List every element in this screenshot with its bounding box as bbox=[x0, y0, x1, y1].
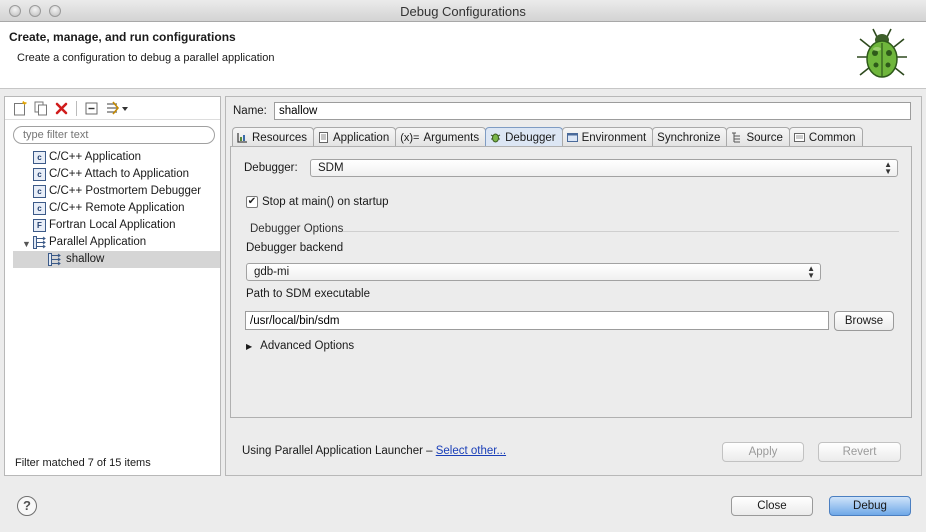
tree-item-label: C/C++ Attach to Application bbox=[49, 168, 190, 180]
tab-label: Resources bbox=[252, 131, 307, 144]
tab-label: Source bbox=[746, 131, 783, 144]
select-other-link[interactable]: Select other... bbox=[436, 445, 506, 457]
new-configuration-button[interactable] bbox=[11, 100, 28, 117]
configurations-toolbar bbox=[5, 97, 220, 120]
new-config-icon bbox=[13, 100, 26, 115]
title-bar: Debug Configurations bbox=[0, 0, 926, 22]
disclosure-triangle-icon: ▶ bbox=[246, 342, 253, 351]
filter-input[interactable] bbox=[13, 126, 215, 144]
dialog-header: Create, manage, and run configurations C… bbox=[0, 22, 926, 89]
debugger-icon bbox=[490, 133, 501, 143]
sdm-path-field[interactable] bbox=[245, 311, 829, 330]
tab-label: Environment bbox=[581, 131, 647, 144]
tab-synchronize[interactable]: Synchronize bbox=[652, 127, 728, 147]
environment-icon bbox=[566, 133, 578, 142]
c-app-icon: c bbox=[33, 185, 46, 198]
application-icon bbox=[318, 132, 328, 143]
c-app-icon: c bbox=[33, 151, 46, 164]
filter-menu-icon bbox=[107, 101, 128, 115]
debugger-options-group-label: Debugger Options bbox=[250, 223, 344, 235]
revert-button[interactable]: Revert bbox=[818, 442, 901, 462]
launcher-text: Using Parallel Application Launcher – bbox=[242, 445, 433, 457]
tab-debugger[interactable]: Debugger bbox=[485, 127, 563, 147]
duplicate-button[interactable] bbox=[32, 100, 49, 117]
collapse-all-button[interactable] bbox=[83, 100, 100, 117]
debugger-select-value: SDM bbox=[318, 162, 344, 174]
tree-item-label: Parallel Application bbox=[49, 236, 147, 248]
backend-label: Debugger backend bbox=[246, 242, 344, 254]
tab-resources[interactable]: Resources bbox=[232, 127, 314, 147]
tree-item-c-postmortem[interactable]: c C/C++ Postmortem Debugger bbox=[5, 183, 220, 200]
select-arrows-icon: ▲ ▼ bbox=[884, 160, 892, 176]
tab-label: Debugger bbox=[505, 131, 556, 144]
c-app-icon: c bbox=[33, 168, 46, 181]
c-app-icon: c bbox=[33, 202, 46, 215]
debug-button[interactable]: Debug bbox=[829, 496, 911, 516]
stop-at-main-label: Stop at main() on startup bbox=[262, 196, 389, 208]
window-title: Debug Configurations bbox=[400, 4, 526, 19]
filter-status: Filter matched 7 of 15 items bbox=[15, 457, 151, 469]
delete-icon bbox=[55, 102, 68, 114]
backend-select-value: gdb-mi bbox=[254, 266, 290, 278]
common-icon bbox=[793, 133, 805, 142]
tab-arguments[interactable]: (x)= Arguments bbox=[395, 127, 487, 147]
tree-item-label: C/C++ Postmortem Debugger bbox=[49, 185, 202, 197]
bug-icon bbox=[857, 28, 907, 78]
toolbar-separator bbox=[76, 100, 77, 116]
tab-label: Arguments bbox=[423, 131, 480, 144]
configurations-panel: c C/C++ Application c C/C++ Attach to Ap… bbox=[4, 96, 221, 476]
tree-item-c-remote[interactable]: c C/C++ Remote Application bbox=[5, 200, 220, 217]
tree-item-label: shallow bbox=[66, 253, 105, 265]
select-arrows-icon: ▲ ▼ bbox=[807, 264, 815, 280]
debugger-select[interactable]: SDM ▲ ▼ bbox=[310, 159, 898, 177]
tree-item-label: C/C++ Remote Application bbox=[49, 202, 185, 214]
name-label: Name: bbox=[233, 105, 267, 117]
filter-button[interactable] bbox=[104, 100, 130, 117]
delete-button[interactable] bbox=[53, 100, 70, 117]
arguments-icon: (x)= bbox=[400, 131, 420, 144]
tab-label: Synchronize bbox=[657, 131, 721, 144]
collapse-all-icon bbox=[85, 102, 98, 114]
debugger-tab-body: Debugger: SDM ▲ ▼ ✔ Stop at main() on sta… bbox=[230, 146, 912, 418]
browse-button[interactable]: Browse bbox=[834, 311, 894, 331]
name-field[interactable] bbox=[274, 102, 911, 120]
resources-icon bbox=[237, 133, 247, 143]
close-button[interactable]: Close bbox=[731, 496, 813, 516]
tab-application[interactable]: Application bbox=[312, 127, 397, 147]
duplicate-icon bbox=[34, 101, 47, 115]
advanced-options-toggle[interactable]: ▶ Advanced Options bbox=[246, 340, 354, 352]
source-icon bbox=[732, 132, 741, 143]
config-tabs: Resources Application (x)= Arguments Deb… bbox=[232, 127, 912, 147]
configuration-editor: Name: Resources Application (x)= Argumen… bbox=[225, 96, 922, 476]
parallel-app-icon bbox=[48, 253, 61, 266]
help-button[interactable]: ? bbox=[17, 496, 37, 516]
launcher-info: Using Parallel Application Launcher – Se… bbox=[242, 445, 506, 457]
tree-item-c-application[interactable]: c C/C++ Application bbox=[5, 149, 220, 166]
stop-at-main-checkbox[interactable]: ✔ bbox=[246, 196, 258, 208]
parallel-app-icon bbox=[33, 236, 46, 249]
tab-environment[interactable]: Environment bbox=[561, 127, 654, 147]
dialog-subtitle: Create a configuration to debug a parall… bbox=[17, 52, 275, 64]
dialog-title: Create, manage, and run configurations bbox=[9, 30, 236, 44]
fortran-app-icon: F bbox=[33, 219, 46, 232]
advanced-options-label: Advanced Options bbox=[260, 340, 355, 352]
tab-label: Common bbox=[808, 131, 856, 144]
backend-select[interactable]: gdb-mi ▲ ▼ bbox=[246, 263, 821, 281]
configuration-tree: c C/C++ Application c C/C++ Attach to Ap… bbox=[5, 149, 220, 268]
apply-button[interactable]: Apply bbox=[722, 442, 804, 462]
debugger-label: Debugger: bbox=[244, 162, 298, 174]
sdm-path-label: Path to SDM executable bbox=[246, 288, 371, 300]
tree-item-parallel-application[interactable]: ▼ Parallel Application bbox=[5, 234, 220, 251]
tab-common[interactable]: Common bbox=[788, 127, 863, 147]
tree-item-shallow[interactable]: shallow bbox=[13, 251, 220, 268]
tree-item-label: C/C++ Application bbox=[49, 151, 142, 163]
tree-item-label: Fortran Local Application bbox=[49, 219, 176, 231]
tab-label: Application bbox=[332, 131, 390, 144]
tree-item-c-attach[interactable]: c C/C++ Attach to Application bbox=[5, 166, 220, 183]
tab-source[interactable]: Source bbox=[726, 127, 790, 147]
tree-item-fortran-local[interactable]: F Fortran Local Application bbox=[5, 217, 220, 234]
group-divider bbox=[343, 231, 899, 232]
